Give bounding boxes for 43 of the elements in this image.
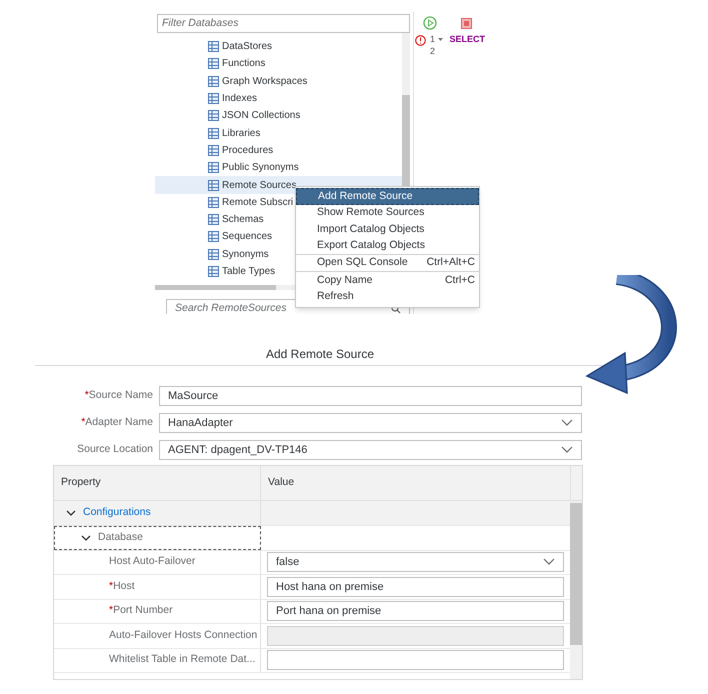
dropdown-field[interactable]: false <box>267 552 564 572</box>
tree-item[interactable]: Graph Workspaces <box>155 72 402 90</box>
tree-item[interactable]: DataStores <box>155 38 402 56</box>
property-label: Whitelist Table in Remote Dat... <box>109 652 256 668</box>
input-field[interactable]: MaSource <box>159 386 582 406</box>
tree-item[interactable]: Indexes <box>155 90 402 108</box>
tree-item[interactable]: Libraries <box>155 124 402 142</box>
tree-item[interactable]: Functions <box>155 55 402 73</box>
dialog-title: Add Remote Source <box>266 346 374 363</box>
property-label: *Port Number <box>109 603 173 618</box>
tree-item[interactable]: Public Synonyms <box>155 159 402 176</box>
required-mark: * <box>84 389 89 402</box>
tree-item[interactable]: Procedures <box>155 142 402 160</box>
tree-item[interactable]: JSON Collections <box>155 107 402 124</box>
required-mark: * <box>81 416 86 428</box>
menu-item[interactable]: Import Catalog Objects <box>296 222 479 238</box>
dropdown-field[interactable]: HanaAdapter <box>159 413 582 433</box>
field-label: Source Location <box>76 442 154 458</box>
line-number: 2 <box>429 45 436 58</box>
menu-item[interactable]: Open SQL Console Ctrl+Alt+C <box>296 255 479 272</box>
column-header: Value <box>261 466 571 500</box>
menu-item[interactable]: Add Remote Source <box>296 188 479 205</box>
group-label[interactable]: Configurations <box>83 505 151 521</box>
shortcut-label: Ctrl+Alt+C <box>426 255 475 270</box>
input-field[interactable]: Port hana on premise <box>267 601 564 622</box>
property-label: Host Auto-Failover <box>109 554 196 570</box>
input-field[interactable]: Host hana on premise <box>267 576 564 597</box>
dropdown-field[interactable]: AGENT: dpagent_DV-TP146 <box>159 440 582 460</box>
line-number: 1 <box>429 33 436 46</box>
required-mark: * <box>109 604 114 616</box>
property-label: Auto-Failover Hosts Connection <box>109 628 258 643</box>
field-label: *Source Name <box>84 388 154 404</box>
menu-item[interactable]: Show Remote Sources <box>296 204 479 222</box>
menu-item[interactable]: Copy Name Ctrl+C <box>296 272 479 289</box>
tree-row[interactable]: Database <box>54 526 261 550</box>
field-label: *Adapter Name <box>80 415 154 430</box>
code-line: SELECT <box>449 33 485 46</box>
property-label: *Host <box>109 578 135 594</box>
shortcut-label: Ctrl+C <box>444 272 475 288</box>
menu-item[interactable]: Export Catalog Objects <box>296 238 479 256</box>
required-mark: * <box>109 580 114 592</box>
column-header: Property <box>54 466 261 500</box>
filter-field[interactable]: Filter Databases <box>157 14 410 33</box>
